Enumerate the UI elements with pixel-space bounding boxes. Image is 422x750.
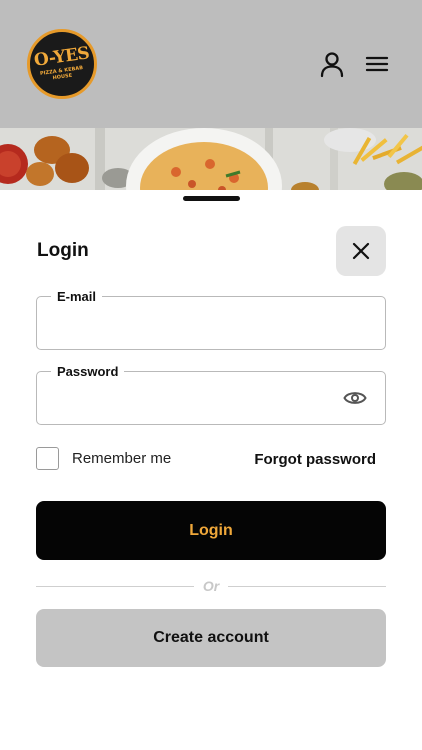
close-button[interactable] [336,226,386,276]
login-title: Login [37,240,89,261]
eye-icon[interactable] [343,388,367,408]
close-icon [352,242,370,260]
food-banner [0,128,422,194]
user-icon[interactable] [318,50,346,78]
remember-me-checkbox[interactable] [36,447,59,470]
remember-me: Remember me [36,447,171,470]
divider-text: Or [202,578,220,594]
login-screen: O-YES PIZZA & KEBAB HOUSE Login E-mail P… [0,0,422,750]
drag-handle[interactable] [183,196,240,201]
password-input[interactable] [47,382,327,414]
email-label: E-mail [51,289,103,304]
divider-left [36,586,194,587]
create-account-button[interactable]: Create account [36,609,386,667]
divider-right [228,586,386,587]
brand-logo[interactable]: O-YES PIZZA & KEBAB HOUSE [27,29,97,99]
login-button[interactable]: Login [36,501,386,560]
login-sheet: Login E-mail Password Remember me Forgot… [0,190,422,750]
password-field: Password [36,364,386,425]
hamburger-menu-icon[interactable] [363,50,391,78]
email-field: E-mail [36,289,386,350]
email-input[interactable] [47,307,327,339]
remember-me-label[interactable]: Remember me [72,450,171,467]
app-header: O-YES PIZZA & KEBAB HOUSE [0,0,422,128]
forgot-password-link[interactable]: Forgot password [254,451,376,468]
password-label: Password [51,364,125,379]
